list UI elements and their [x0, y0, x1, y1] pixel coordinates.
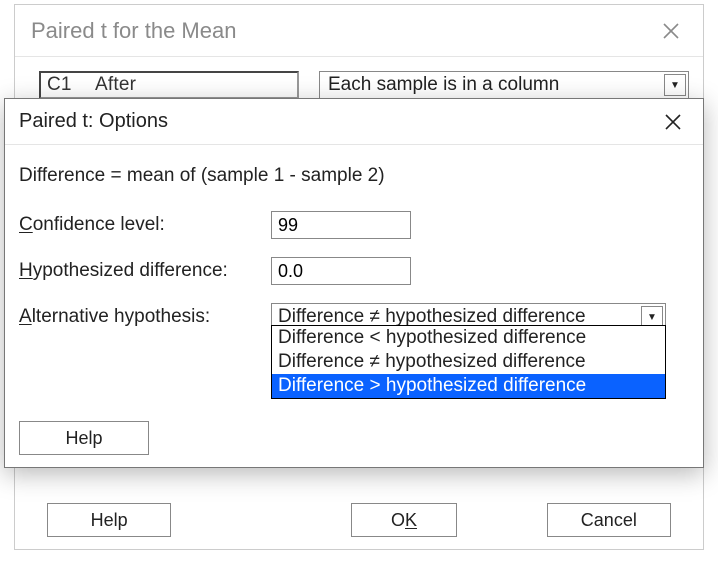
button-label: Cancel — [581, 510, 637, 531]
hypothesized-difference-row: Hypothesized difference: — [19, 257, 689, 285]
button-label: Help — [91, 510, 128, 531]
close-icon — [664, 113, 682, 131]
options-close-button[interactable] — [653, 102, 693, 142]
dropdown-option-highlighted[interactable]: Difference > hypothesized difference — [272, 374, 665, 398]
hypothesized-difference-label: Hypothesized difference: — [19, 260, 271, 282]
difference-definition-text: Difference = mean of (sample 1 - sample … — [19, 165, 689, 187]
chevron-down-icon: ▼ — [664, 74, 686, 96]
confidence-level-row: Confidence level: — [19, 211, 689, 239]
button-label: OK — [391, 510, 417, 531]
parent-ok-button[interactable]: OK — [351, 503, 456, 537]
confidence-level-label: Confidence level: — [19, 214, 271, 236]
options-help-button[interactable]: Help — [19, 421, 149, 455]
hypothesized-difference-input[interactable] — [271, 257, 411, 285]
options-title: Paired t: Options — [19, 110, 653, 133]
options-body: Difference = mean of (sample 1 - sample … — [5, 145, 703, 467]
layout-select-value: Each sample is in a column — [328, 74, 559, 96]
dropdown-option[interactable]: Difference ≠ hypothesized difference — [272, 350, 665, 374]
button-label: Help — [65, 428, 102, 449]
confidence-level-input[interactable] — [271, 211, 411, 239]
layout-select[interactable]: Each sample is in a column ▼ — [319, 71, 689, 99]
column-name: After — [95, 74, 136, 96]
alternative-hypothesis-dropdown: Difference < hypothesized difference Dif… — [271, 325, 666, 399]
parent-close-button[interactable] — [651, 11, 691, 51]
alternative-hypothesis-label: Alternative hypothesis: — [19, 306, 271, 328]
parent-cancel-button[interactable]: Cancel — [547, 503, 671, 537]
column-id: C1 — [47, 74, 95, 96]
dropdown-option[interactable]: Difference < hypothesized difference — [272, 326, 665, 350]
column-list-item[interactable]: C1 After — [39, 71, 299, 99]
parent-title: Paired t for the Mean — [31, 18, 651, 44]
parent-body: C1 After Each sample is in a column ▼ — [15, 57, 703, 89]
parent-help-button[interactable]: Help — [47, 503, 171, 537]
parent-titlebar: Paired t for the Mean — [15, 5, 703, 57]
options-help-row: Help — [19, 421, 149, 455]
parent-button-row: Help OK Cancel — [15, 503, 703, 537]
close-icon — [662, 22, 680, 40]
options-titlebar: Paired t: Options — [5, 99, 703, 145]
options-dialog: Paired t: Options Difference = mean of (… — [4, 98, 704, 468]
